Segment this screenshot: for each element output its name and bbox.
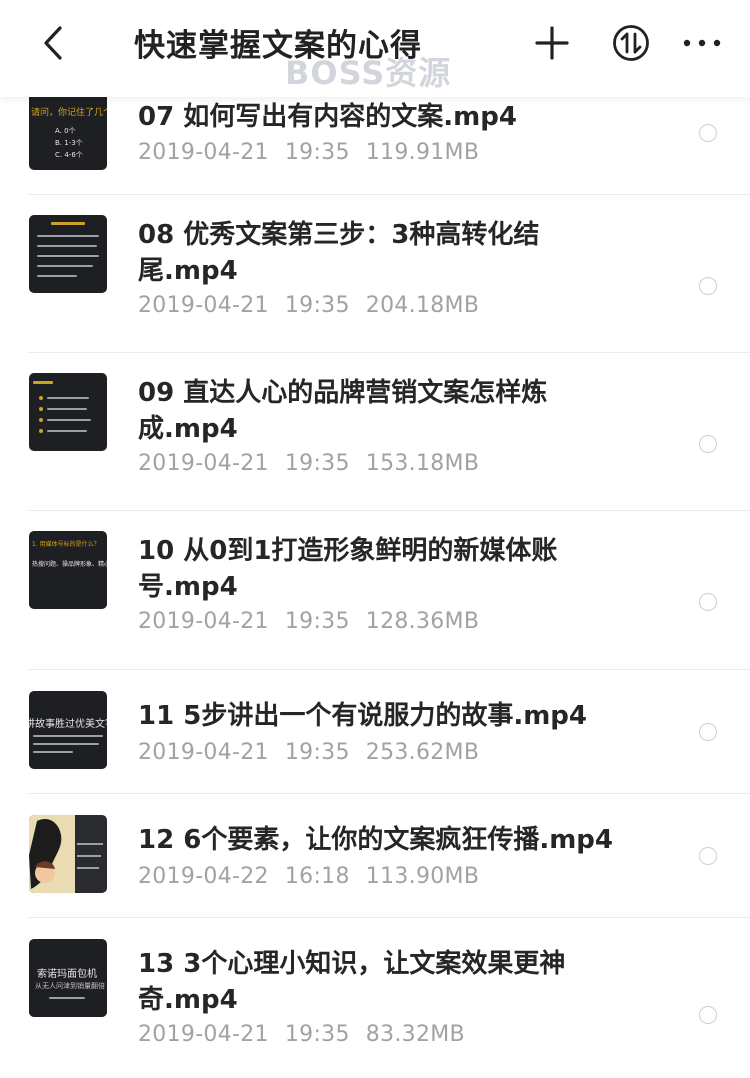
file-date: 2019-04-21 — [138, 609, 269, 634]
file-name: 08 优秀文案第三步：3种高转化结尾.mp4 — [138, 220, 540, 286]
file-meta: 2019-04-21 19:35 83.32MB — [138, 1022, 481, 1047]
select-checkbox[interactable] — [699, 593, 717, 611]
file-date: 2019-04-21 — [138, 1022, 269, 1047]
file-meta: 2019-04-22 16:18 113.90MB — [138, 864, 495, 889]
file-meta: 2019-04-21 19:35 119.91MB — [138, 140, 495, 165]
file-meta: 2019-04-21 19:35 153.18MB — [138, 451, 495, 476]
more-options-button[interactable] — [681, 22, 723, 64]
select-checkbox[interactable] — [699, 847, 717, 865]
thumbnail-text: 索诺玛面包机 — [37, 969, 97, 980]
file-time: 19:35 — [284, 609, 350, 634]
select-checkbox[interactable] — [699, 124, 717, 142]
thumbnail-text: 从无人问津到销量翻倍 — [35, 982, 105, 990]
list-item[interactable]: 请问，你记住了几个 A. 0个 B. 1-3个 C. 4-6个 07 如何写出有… — [0, 82, 750, 195]
file-list: 请问，你记住了几个 A. 0个 B. 1-3个 C. 4-6个 07 如何写出有… — [0, 82, 750, 1078]
file-date: 2019-04-21 — [138, 740, 269, 765]
file-name: 12 6个要素，让你的文案疯狂传播.mp4 — [138, 825, 613, 855]
select-checkbox[interactable] — [699, 1006, 717, 1024]
file-time: 19:35 — [284, 451, 350, 476]
more-dots-icon — [683, 39, 721, 47]
file-time: 19:35 — [284, 293, 350, 318]
thumbnail-text: 1. 用媒体号标的是什么？ — [32, 541, 100, 548]
list-item[interactable]: 12 6个要素，让你的文案疯狂传播.mp4 2019-04-22 16:18 113… — [0, 794, 750, 918]
file-time: 19:35 — [284, 140, 350, 165]
select-checkbox[interactable] — [699, 435, 717, 453]
file-size: 119.91MB — [365, 140, 480, 165]
file-meta: 2019-04-21 19:35 204.18MB — [138, 293, 495, 318]
thumbnail-text: 讲故事胜过优美文字 — [29, 719, 107, 730]
add-button[interactable] — [531, 22, 573, 64]
video-thumbnail — [29, 815, 107, 893]
file-meta: 2019-04-21 19:35 253.62MB — [138, 740, 495, 765]
sort-button[interactable] — [610, 22, 652, 64]
video-thumbnail — [29, 215, 107, 293]
watermark-text: BOSS资源 — [285, 54, 452, 92]
video-thumbnail: 索诺玛面包机 从无人问津到销量翻倍 — [29, 939, 107, 1017]
thumbnail-illustration — [29, 815, 103, 893]
file-name: 09 直达人心的品牌营销文案怎样炼成.mp4 — [138, 378, 548, 444]
file-meta: 2019-04-21 19:35 128.36MB — [138, 609, 495, 634]
file-time: 19:35 — [284, 1022, 350, 1047]
sort-arrows-icon — [613, 25, 649, 61]
thumbnail-text: B. 1-3个 — [55, 139, 83, 147]
file-date: 2019-04-21 — [138, 140, 269, 165]
list-item[interactable]: 索诺玛面包机 从无人问津到销量翻倍 13 3个心理小知识，让文案效果更神奇.mp… — [0, 918, 750, 1078]
file-time: 19:35 — [284, 740, 350, 765]
thumbnail-text: A. 0个 — [55, 127, 76, 135]
list-item[interactable]: 08 优秀文案第三步：3种高转化结尾.mp4 2019-04-21 19:35 20… — [0, 195, 750, 353]
file-date: 2019-04-21 — [138, 451, 269, 476]
list-item[interactable]: 09 直达人心的品牌营销文案怎样炼成.mp4 2019-04-21 19:35 15… — [0, 353, 750, 511]
video-thumbnail — [29, 373, 107, 451]
file-name: 11 5步讲出一个有说服力的故事.mp4 — [138, 701, 587, 731]
thumbnail-text: C. 4-6个 — [55, 151, 83, 159]
list-item[interactable]: 讲故事胜过优美文字 11 5步讲出一个有说服力的故事.mp4 2019-04-2… — [0, 670, 750, 794]
select-checkbox[interactable] — [699, 723, 717, 741]
file-name: 07 如何写出有内容的文案.mp4 — [138, 102, 517, 132]
file-size: 204.18MB — [365, 293, 480, 318]
file-date: 2019-04-22 — [138, 864, 269, 889]
file-size: 128.36MB — [365, 609, 480, 634]
top-app-bar: 快速掌握文案的心得 BOSS资源 — [0, 0, 750, 97]
list-item[interactable]: 1. 用媒体号标的是什么？ 热搜问题、操品牌形象、精心设 10 从0到1打造形象… — [0, 511, 750, 670]
back-button[interactable] — [36, 22, 76, 64]
file-size: 113.90MB — [365, 864, 480, 889]
file-name: 10 从0到1打造形象鲜明的新媒体账号.mp4 — [138, 536, 558, 602]
video-thumbnail: 1. 用媒体号标的是什么？ 热搜问题、操品牌形象、精心设 — [29, 531, 107, 609]
chevron-left-icon — [44, 26, 62, 60]
file-name: 13 3个心理小知识，让文案效果更神奇.mp4 — [138, 949, 566, 1015]
thumbnail-text: 请问，你记住了几个 — [31, 108, 107, 118]
file-size: 83.32MB — [365, 1022, 465, 1047]
select-checkbox[interactable] — [699, 277, 717, 295]
file-size: 253.62MB — [365, 740, 480, 765]
file-time: 16:18 — [284, 864, 350, 889]
video-thumbnail: 请问，你记住了几个 A. 0个 B. 1-3个 C. 4-6个 — [29, 92, 107, 170]
file-date: 2019-04-21 — [138, 293, 269, 318]
file-size: 153.18MB — [365, 451, 480, 476]
video-thumbnail: 讲故事胜过优美文字 — [29, 691, 107, 769]
thumbnail-text: 热搜问题、操品牌形象、精心设 — [32, 561, 107, 568]
plus-icon — [535, 26, 569, 60]
